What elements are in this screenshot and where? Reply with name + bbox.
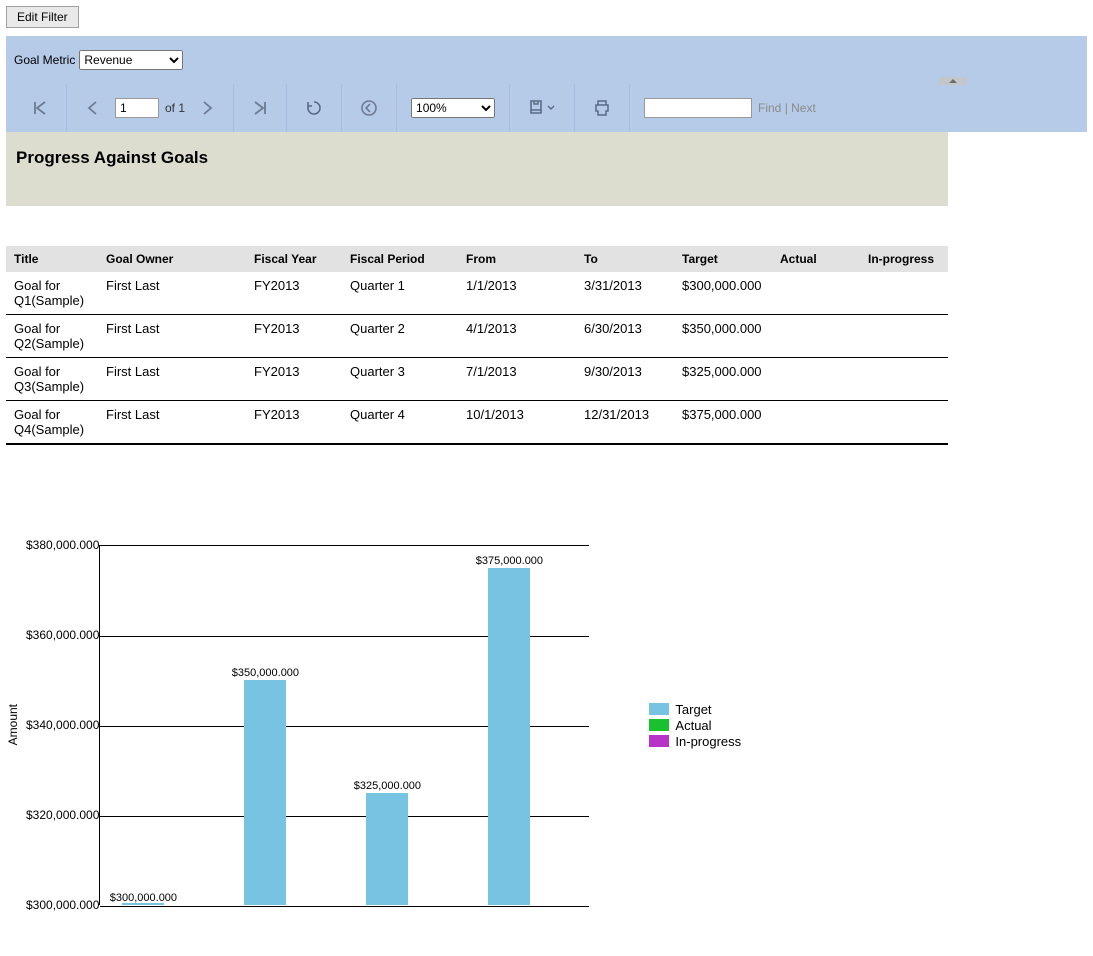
column-header: Title [6, 246, 98, 272]
table-row: Goal for Q1(Sample)First LastFY2013Quart… [6, 272, 948, 315]
next-page-button[interactable] [195, 96, 219, 120]
legend-label: Target [675, 702, 711, 717]
legend-swatch [649, 719, 669, 731]
bar-value-label: $375,000.000 [476, 555, 543, 567]
legend-label: Actual [675, 718, 711, 733]
print-button[interactable] [589, 95, 615, 121]
chart-bar [366, 793, 408, 906]
report-toolbar: of 1 100% Find | Next [6, 84, 1087, 132]
legend-swatch [649, 703, 669, 715]
column-header: Target [674, 246, 772, 272]
table-row: Goal for Q4(Sample)First LastFY2013Quart… [6, 401, 948, 445]
y-axis-label: Amount [6, 704, 20, 745]
prev-page-button[interactable] [81, 96, 105, 120]
chart-plot-area: $300,000.000 $350,000.000 $325,000.000 $375… [99, 545, 589, 905]
column-header: Goal Owner [98, 246, 246, 272]
last-page-button[interactable] [248, 96, 272, 120]
edit-filter-button[interactable]: Edit Filter [6, 6, 79, 28]
legend-swatch [649, 735, 669, 747]
zoom-select[interactable]: 100% [411, 98, 495, 118]
legend-item: Actual [649, 718, 741, 733]
first-page-button[interactable] [28, 96, 52, 120]
find-input[interactable] [644, 98, 752, 118]
chart-bar [488, 568, 530, 906]
bar-value-label: $325,000.000 [354, 780, 421, 792]
report-header-band: Progress Against Goals [6, 132, 948, 206]
goals-table: TitleGoal OwnerFiscal YearFiscal PeriodF… [6, 246, 948, 445]
page-of-label: of 1 [165, 101, 185, 115]
column-header: Actual [772, 246, 860, 272]
table-row: Goal for Q3(Sample)First LastFY2013Quart… [6, 358, 948, 401]
chevron-down-icon [546, 103, 556, 113]
parameter-expand-handle[interactable] [939, 77, 967, 85]
column-header: Fiscal Year [246, 246, 342, 272]
column-header: From [458, 246, 576, 272]
bar-value-label: $300,000.000 [110, 892, 177, 904]
column-header: Fiscal Period [342, 246, 458, 272]
page-number-input[interactable] [115, 98, 159, 118]
legend-label: In-progress [675, 734, 741, 749]
column-header: To [576, 246, 674, 272]
legend-item: Target [649, 702, 741, 717]
chart: Amount $380,000.000$360,000.000$340,000.… [6, 545, 1087, 905]
column-header: In-progress [860, 246, 948, 272]
export-button[interactable] [524, 95, 560, 121]
find-next-link[interactable]: Find | Next [758, 101, 816, 115]
parameter-bar: Goal Metric Revenue [6, 36, 1087, 84]
back-button[interactable] [356, 95, 382, 121]
report-title: Progress Against Goals [16, 148, 938, 168]
legend-item: In-progress [649, 734, 741, 749]
goal-metric-label: Goal Metric [14, 53, 75, 67]
refresh-button[interactable] [301, 95, 327, 121]
bar-value-label: $350,000.000 [232, 667, 299, 679]
goal-metric-select[interactable]: Revenue [79, 50, 183, 70]
chart-legend: TargetActualIn-progress [649, 701, 741, 750]
table-row: Goal for Q2(Sample)First LastFY2013Quart… [6, 315, 948, 358]
chart-bar [244, 680, 286, 905]
